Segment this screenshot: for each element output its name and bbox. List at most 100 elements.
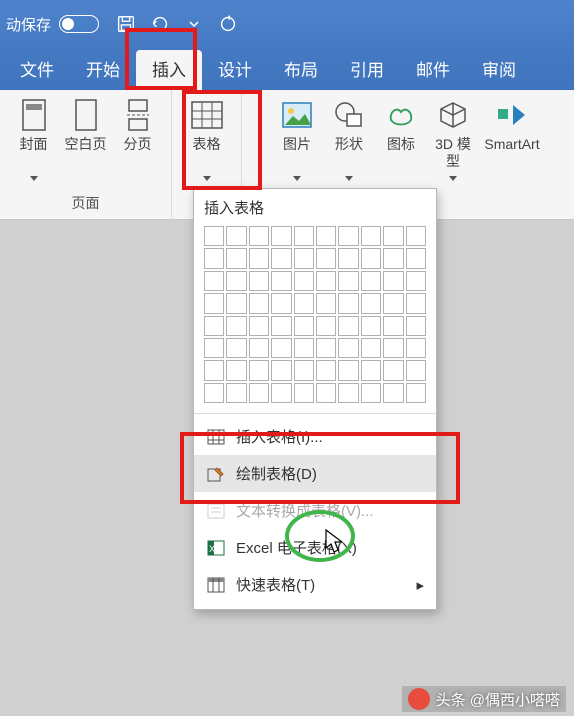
grid-cell[interactable] bbox=[294, 248, 314, 268]
grid-cell[interactable] bbox=[406, 271, 426, 291]
grid-cell[interactable] bbox=[383, 360, 403, 380]
grid-cell[interactable] bbox=[406, 293, 426, 313]
grid-cell[interactable] bbox=[249, 383, 269, 403]
grid-cell[interactable] bbox=[204, 360, 224, 380]
grid-cell[interactable] bbox=[338, 360, 358, 380]
tab-review[interactable]: 审阅 bbox=[466, 48, 532, 90]
grid-cell[interactable] bbox=[226, 360, 246, 380]
grid-cell[interactable] bbox=[406, 316, 426, 336]
grid-cell[interactable] bbox=[271, 271, 291, 291]
grid-cell[interactable] bbox=[406, 338, 426, 358]
tab-home[interactable]: 开始 bbox=[70, 48, 136, 90]
grid-cell[interactable] bbox=[338, 248, 358, 268]
grid-cell[interactable] bbox=[316, 338, 336, 358]
grid-cell[interactable] bbox=[271, 248, 291, 268]
grid-cell[interactable] bbox=[226, 271, 246, 291]
grid-cell[interactable] bbox=[406, 360, 426, 380]
grid-cell[interactable] bbox=[271, 316, 291, 336]
grid-cell[interactable] bbox=[294, 338, 314, 358]
grid-cell[interactable] bbox=[316, 360, 336, 380]
grid-cell[interactable] bbox=[249, 293, 269, 313]
grid-cell[interactable] bbox=[361, 383, 381, 403]
menu-excel-spreadsheet[interactable]: X Excel 电子表格(X) bbox=[194, 529, 436, 566]
grid-cell[interactable] bbox=[249, 360, 269, 380]
grid-cell[interactable] bbox=[294, 360, 314, 380]
tab-file[interactable]: 文件 bbox=[4, 48, 70, 90]
grid-cell[interactable] bbox=[383, 248, 403, 268]
smartart-button[interactable]: SmartArt bbox=[480, 94, 544, 174]
grid-cell[interactable] bbox=[383, 293, 403, 313]
grid-cell[interactable] bbox=[271, 226, 291, 246]
grid-cell[interactable] bbox=[294, 383, 314, 403]
grid-cell[interactable] bbox=[316, 226, 336, 246]
grid-cell[interactable] bbox=[383, 271, 403, 291]
grid-cell[interactable] bbox=[383, 383, 403, 403]
grid-cell[interactable] bbox=[406, 383, 426, 403]
grid-cell[interactable] bbox=[316, 293, 336, 313]
grid-cell[interactable] bbox=[204, 338, 224, 358]
grid-cell[interactable] bbox=[338, 316, 358, 336]
qat-undo-icon[interactable] bbox=[145, 9, 175, 39]
qat-dropdown-icon[interactable] bbox=[179, 9, 209, 39]
menu-insert-table[interactable]: 插入表格(I)... bbox=[194, 418, 436, 455]
grid-cell[interactable] bbox=[316, 383, 336, 403]
grid-cell[interactable] bbox=[271, 383, 291, 403]
grid-cell[interactable] bbox=[338, 383, 358, 403]
menu-draw-table[interactable]: 绘制表格(D) bbox=[194, 455, 436, 492]
grid-cell[interactable] bbox=[383, 316, 403, 336]
grid-cell[interactable] bbox=[316, 316, 336, 336]
grid-cell[interactable] bbox=[383, 226, 403, 246]
grid-cell[interactable] bbox=[249, 248, 269, 268]
autosave-toggle[interactable] bbox=[59, 15, 99, 33]
grid-cell[interactable] bbox=[361, 226, 381, 246]
grid-cell[interactable] bbox=[316, 248, 336, 268]
page-break-button[interactable]: 分页 bbox=[113, 94, 163, 174]
grid-cell[interactable] bbox=[383, 338, 403, 358]
grid-cell[interactable] bbox=[338, 226, 358, 246]
pictures-button[interactable]: 图片 bbox=[272, 94, 322, 185]
grid-cell[interactable] bbox=[361, 271, 381, 291]
grid-cell[interactable] bbox=[338, 338, 358, 358]
grid-cell[interactable] bbox=[204, 271, 224, 291]
icons-button[interactable]: 图标 bbox=[376, 94, 426, 174]
tab-mail[interactable]: 邮件 bbox=[400, 48, 466, 90]
tab-layout[interactable]: 布局 bbox=[268, 48, 334, 90]
grid-cell[interactable] bbox=[294, 271, 314, 291]
qat-save-icon[interactable] bbox=[111, 9, 141, 39]
grid-cell[interactable] bbox=[406, 248, 426, 268]
tab-design[interactable]: 设计 bbox=[202, 48, 268, 90]
qat-repeat-icon[interactable] bbox=[213, 9, 243, 39]
grid-cell[interactable] bbox=[226, 338, 246, 358]
grid-cell[interactable] bbox=[226, 316, 246, 336]
grid-cell[interactable] bbox=[249, 338, 269, 358]
grid-cell[interactable] bbox=[271, 293, 291, 313]
tab-insert[interactable]: 插入 bbox=[136, 50, 202, 90]
3dmodel-button[interactable]: 3D 模型 bbox=[428, 94, 478, 185]
shapes-button[interactable]: 形状 bbox=[324, 94, 374, 185]
grid-cell[interactable] bbox=[226, 248, 246, 268]
grid-cell[interactable] bbox=[294, 316, 314, 336]
grid-cell[interactable] bbox=[271, 360, 291, 380]
grid-cell[interactable] bbox=[204, 383, 224, 403]
grid-cell[interactable] bbox=[226, 293, 246, 313]
grid-cell[interactable] bbox=[249, 316, 269, 336]
grid-cell[interactable] bbox=[204, 226, 224, 246]
tab-references[interactable]: 引用 bbox=[334, 48, 400, 90]
grid-cell[interactable] bbox=[271, 338, 291, 358]
grid-cell[interactable] bbox=[406, 226, 426, 246]
grid-cell[interactable] bbox=[294, 293, 314, 313]
grid-cell[interactable] bbox=[249, 271, 269, 291]
grid-cell[interactable] bbox=[338, 271, 358, 291]
grid-cell[interactable] bbox=[316, 271, 336, 291]
table-size-grid[interactable] bbox=[194, 224, 436, 409]
grid-cell[interactable] bbox=[204, 248, 224, 268]
grid-cell[interactable] bbox=[249, 226, 269, 246]
grid-cell[interactable] bbox=[361, 338, 381, 358]
grid-cell[interactable] bbox=[204, 316, 224, 336]
table-button[interactable]: 表格 bbox=[175, 94, 239, 185]
cover-page-button[interactable]: 封面 bbox=[9, 94, 59, 185]
grid-cell[interactable] bbox=[294, 226, 314, 246]
grid-cell[interactable] bbox=[226, 226, 246, 246]
grid-cell[interactable] bbox=[361, 248, 381, 268]
grid-cell[interactable] bbox=[338, 293, 358, 313]
